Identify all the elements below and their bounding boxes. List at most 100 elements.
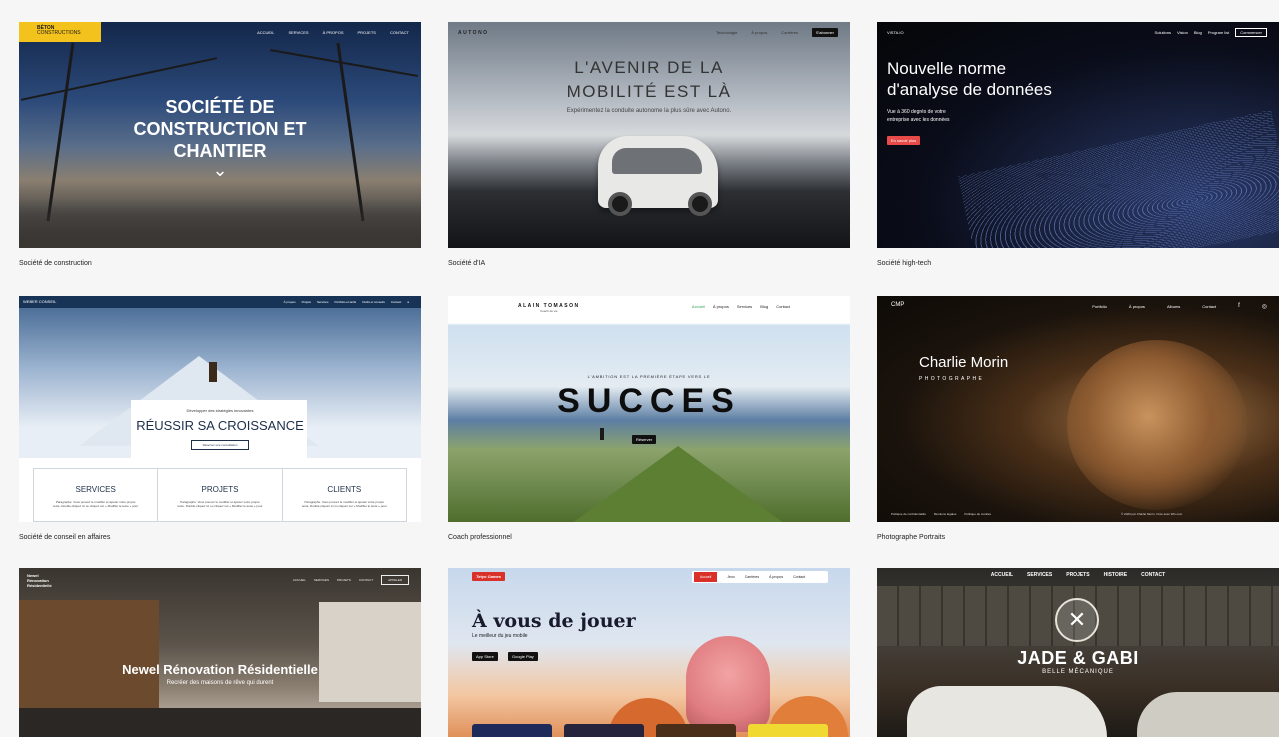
game-card — [748, 724, 828, 737]
column: PROJETS Paragraphe. Vous pouvez le modif… — [158, 469, 283, 521]
column-text: Paragraphe. Vous pouvez le modifier et a… — [301, 500, 387, 508]
template-thumbnail[interactable]: CMP Portfolio À propos Albums Contact f … — [877, 296, 1279, 522]
hero-subtitle: Recréer des maisons de rêve qui durent — [166, 680, 274, 686]
template-caption[interactable]: Société high-tech — [877, 260, 931, 267]
kitchen-window — [319, 602, 421, 702]
nav-item: À propos — [283, 300, 296, 304]
template-thumbnail[interactable]: Tetyo Games Accueil Jeux Carrières À pro… — [448, 568, 850, 737]
photographer-role: PHOTOGRAPHE — [919, 376, 985, 382]
data-wave-graphic — [958, 110, 1279, 248]
template-nav: Accueil Jeux Carrières À propos Contact — [692, 571, 828, 583]
hero-title: RÉUSSIR SA CROISSANCE — [136, 418, 304, 433]
template-nav: À propos Projets Services Portfolio et t… — [19, 296, 421, 308]
facebook-icon: f — [1238, 303, 1240, 309]
hiker-figure — [209, 362, 217, 382]
column: CLIENTS Paragraphe. Vous pouvez le modif… — [283, 469, 406, 521]
footer-link: Mentions légales — [933, 512, 957, 516]
template-thumbnail[interactable]: BÉTON CONSTRUCTIONS ACCUEIL SERVICES À P… — [19, 22, 421, 248]
template-card-photographer[interactable]: CMP Portfolio À propos Albums Contact f … — [877, 296, 1279, 541]
portrait-shape — [1067, 340, 1247, 510]
template-caption[interactable]: Société de construction — [19, 260, 92, 267]
template-thumbnail[interactable]: ACCUEIL SERVICES PROJETS HISTOIRE CONTAC… — [877, 568, 1279, 737]
hero-subtitle: BELLE MÉCANIQUE — [1042, 669, 1114, 675]
template-caption[interactable]: Société d'IA — [448, 260, 485, 267]
nav-item: Services — [316, 300, 329, 304]
nav-item: À propos — [769, 575, 784, 579]
game-card — [564, 724, 644, 737]
nav-item: PROJETS — [337, 578, 351, 582]
template-caption[interactable]: Société de conseil en affaires — [19, 534, 110, 541]
nav-item: SERVICES — [313, 578, 330, 582]
photographer-name: Charlie Morin — [919, 354, 1009, 371]
chevron-down-icon: ⌄ — [212, 160, 228, 180]
nav-item: ACCUEIL — [990, 572, 1014, 578]
column-text: Paragraphe. Vous pouvez le modifier et a… — [177, 500, 263, 508]
crane-shape — [20, 57, 218, 101]
template-card-ai[interactable]: AUTONO Technologie À propos Carrières S'… — [448, 22, 850, 267]
nav-item: Portfolio — [1092, 303, 1107, 309]
nav-item: Blog — [760, 303, 769, 309]
template-nav: ACCUEIL SERVICES PROJETS HISTOIRE CONTAC… — [877, 568, 1279, 582]
call-button: APPELER — [381, 575, 409, 585]
template-card-consulting[interactable]: WEBER CONSEIL À propos Projets Services … — [19, 296, 421, 541]
nav-item: PROJETS — [357, 29, 376, 35]
template-nav: Technologie À propos Carrières S'abonner — [448, 22, 850, 42]
book-button: Réserver — [632, 435, 657, 444]
nav-item: Portfolio et tarifs — [334, 300, 357, 304]
template-thumbnail[interactable]: AUTONO Technologie À propos Carrières S'… — [448, 22, 850, 248]
nav-item: PROJETS — [1066, 572, 1090, 578]
template-nav: Portfolio À propos Albums Contact f ◎ — [877, 296, 1279, 316]
template-thumbnail[interactable]: WEBER CONSEIL À propos Projets Services … — [19, 296, 421, 522]
template-caption[interactable]: Coach professionnel — [448, 534, 512, 541]
template-card-mechanic[interactable]: ACCUEIL SERVICES PROJETS HISTOIRE CONTAC… — [877, 568, 1279, 737]
logo-badge: Tetyo Games — [472, 572, 505, 581]
cta-button: En savoir plus — [887, 136, 921, 145]
template-card-renovation[interactable]: Newel Rénovation Résidentielle ACCUEIL S… — [19, 568, 421, 737]
hero-title: SUCCES — [557, 382, 741, 420]
footer-link: Politique de cookies — [964, 512, 992, 516]
footer-copyright: © 2023 par Charlie Morin. Créé avec Wix.… — [1121, 512, 1183, 516]
template-card-hightech[interactable]: VISTA.IO Solutions Vision Blog Program l… — [877, 22, 1279, 267]
template-card-games[interactable]: Tetyo Games Accueil Jeux Carrières À pro… — [448, 568, 850, 737]
google-play-badge: Google Play — [508, 652, 538, 661]
nav-item: Accueil — [691, 303, 705, 309]
hero-subtitle: Vue à 360 degrés de votre entreprise ave… — [887, 109, 950, 123]
template-card-construction[interactable]: BÉTON CONSTRUCTIONS ACCUEIL SERVICES À P… — [19, 22, 421, 267]
nav-item: Services — [736, 303, 753, 309]
hero-subtitle: Expérimentez la conduite autonome la plu… — [566, 108, 732, 114]
nav-item: Carrières — [781, 29, 798, 35]
hero-kicker: Développer des stratégies innovantes — [186, 408, 254, 413]
nav-item: CONTACT — [389, 29, 409, 35]
nav-item: SERVICES — [288, 29, 309, 35]
car-wheel — [688, 192, 712, 216]
template-thumbnail[interactable]: VISTA.IO Solutions Vision Blog Program l… — [877, 22, 1279, 248]
site-rubble — [19, 198, 421, 248]
template-nav: Solutions Vision Blog Program list Comme… — [877, 22, 1279, 42]
nav-item: Contact — [390, 300, 402, 304]
column-text: Paragraphe. Vous pouvez le modifier et a… — [53, 500, 139, 508]
template-nav: Accueil À propos Services Blog Contact — [448, 296, 850, 316]
nav-item: Carrières — [744, 575, 760, 579]
nav-item: Solutions — [1154, 29, 1172, 35]
user-icon: ● — [407, 300, 409, 304]
nav-item: Vision — [1177, 29, 1188, 35]
template-thumbnail[interactable]: Newel Rénovation Résidentielle ACCUEIL S… — [19, 568, 421, 737]
crane-shape — [269, 48, 419, 78]
nav-item: À propos — [712, 303, 729, 309]
hero-subtitle: Le meilleur du jeu mobile — [472, 633, 528, 639]
nav-item: CONTACT — [1141, 572, 1166, 578]
nav-item: À PROPOS — [322, 29, 344, 35]
car-wheel — [608, 192, 632, 216]
nav-item: À propos — [1128, 303, 1145, 309]
hero-title: SOCIÉTÉ DE CONSTRUCTION ET CHANTIER — [133, 97, 307, 161]
nav-item: Program list — [1207, 29, 1230, 35]
column-title: SERVICES — [75, 485, 116, 494]
template-thumbnail[interactable]: ALAIN TOMASON Coach de vie Accueil À pro… — [448, 296, 850, 522]
nav-item: Outils et conseils — [362, 300, 385, 304]
template-card-coach[interactable]: ALAIN TOMASON Coach de vie Accueil À pro… — [448, 296, 850, 541]
hero-title: L'AVENIR DE LA MOBILITÉ EST LÀ — [566, 58, 732, 101]
footer-link: Politique de confidentialité — [891, 512, 926, 516]
template-nav: ACCUEIL SERVICES À PROPOS PROJETS CONTAC… — [19, 22, 421, 42]
nav-item: HISTOIRE — [1103, 572, 1128, 578]
template-caption[interactable]: Photographe Portraits — [877, 534, 945, 541]
